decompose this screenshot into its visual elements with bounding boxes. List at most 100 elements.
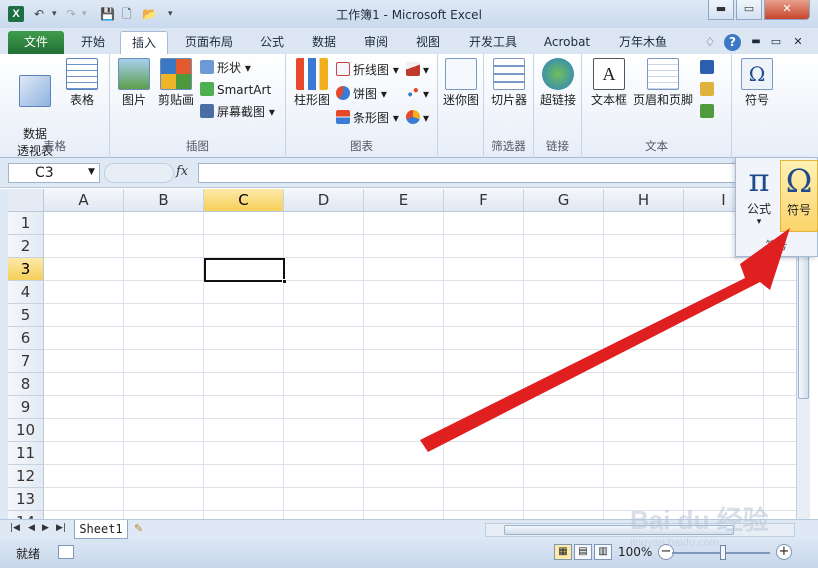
slicer-button[interactable]: 切片器 xyxy=(486,58,532,109)
title-bar: X ↶ ▾ ↷ ▾ 💾 🗋 📂 ▾ 工作簿1 - Microsoft Excel… xyxy=(0,0,818,28)
symbol-ribbon-button[interactable]: Ω 符号 xyxy=(736,58,778,109)
column-header-e[interactable]: E xyxy=(364,189,444,212)
close-button[interactable]: ✕ xyxy=(764,0,810,20)
grid-hline xyxy=(44,234,796,235)
equation-button[interactable]: π 公式 ▾ xyxy=(740,160,778,232)
row-header-14[interactable]: 14 xyxy=(8,511,44,519)
formula-divider-grip[interactable] xyxy=(104,163,174,183)
wordart-icon xyxy=(700,60,714,74)
smartart-button[interactable]: SmartArt xyxy=(200,82,271,100)
formula-input[interactable] xyxy=(198,163,738,183)
column-header-d[interactable]: D xyxy=(284,189,364,212)
minimize-button[interactable]: ▬ xyxy=(708,0,734,20)
page-break-view-button[interactable]: ▥ xyxy=(594,544,612,560)
tab-formulas[interactable]: 公式 xyxy=(250,31,294,54)
column-header-h[interactable]: H xyxy=(604,189,684,212)
last-sheet-icon[interactable]: ▶| xyxy=(56,523,66,533)
worksheet-grid[interactable]: ABCDEFGHI 1234567891011121314 xyxy=(0,189,796,519)
column-header-f[interactable]: F xyxy=(444,189,524,212)
signature-line-button[interactable] xyxy=(700,82,717,100)
sheet-tab-sheet1[interactable]: Sheet1 xyxy=(74,520,128,539)
scatter-chart-button[interactable]: ▾ xyxy=(406,86,429,104)
next-sheet-icon[interactable]: ▶ xyxy=(42,523,49,533)
prev-sheet-icon[interactable]: ◀ xyxy=(28,523,35,533)
picture-button[interactable]: 图片 xyxy=(116,58,152,109)
omega-icon: Ω xyxy=(741,58,773,90)
omega-icon: Ω xyxy=(785,162,813,200)
tab-home[interactable]: 开始 xyxy=(72,31,114,54)
column-chart-button[interactable]: 柱形图 xyxy=(290,58,334,109)
column-header-b[interactable]: B xyxy=(124,189,204,212)
grid-hline xyxy=(44,257,796,258)
group-filter: 切片器 筛选器 xyxy=(484,54,534,158)
name-box[interactable]: C3 xyxy=(8,163,100,183)
fill-handle[interactable] xyxy=(282,279,287,284)
page-layout-view-button[interactable]: ▤ xyxy=(574,544,592,560)
select-all-corner[interactable] xyxy=(8,189,44,212)
row-header-13[interactable]: 13 xyxy=(8,488,44,511)
grid-hline xyxy=(44,349,796,350)
symbol-button[interactable]: Ω 符号 xyxy=(780,160,818,232)
other-chart-button[interactable]: ▾ xyxy=(406,110,429,128)
column-header-a[interactable]: A xyxy=(44,189,124,212)
row-header-6[interactable]: 6 xyxy=(8,327,44,350)
area-chart-button[interactable]: ▾ xyxy=(406,62,429,80)
hyperlink-button[interactable]: 超链接 xyxy=(536,58,580,109)
row-header-4[interactable]: 4 xyxy=(8,281,44,304)
row-header-3[interactable]: 3 xyxy=(8,258,44,281)
doc-minimize-icon[interactable]: ▬ xyxy=(748,31,764,54)
grid-hline xyxy=(44,464,796,465)
clipart-button[interactable]: 剪贴画 xyxy=(154,58,198,109)
macro-record-icon[interactable] xyxy=(58,545,74,559)
bar-chart-button[interactable]: 条形图 ▾ xyxy=(336,110,399,128)
tab-data[interactable]: 数据 xyxy=(302,31,346,54)
pie-chart-button[interactable]: 饼图 ▾ xyxy=(336,86,387,104)
screenshot-button[interactable]: 屏幕截图 ▾ xyxy=(200,104,275,122)
watermark-url: jingyan.baidu.com xyxy=(630,537,719,549)
vertical-scroll-thumb[interactable] xyxy=(798,249,809,399)
row-header-2[interactable]: 2 xyxy=(8,235,44,258)
grid-vline xyxy=(763,212,764,519)
column-header-c[interactable]: C xyxy=(204,189,284,212)
object-button[interactable] xyxy=(700,104,717,122)
row-header-5[interactable]: 5 xyxy=(8,304,44,327)
insert-function-icon[interactable]: fx xyxy=(176,164,188,179)
insert-sheet-icon[interactable]: ✎ xyxy=(134,522,154,537)
column-header-g[interactable]: G xyxy=(524,189,604,212)
tab-file[interactable]: 文件 xyxy=(8,31,64,54)
normal-view-button[interactable]: ▦ xyxy=(554,544,572,560)
tab-developer[interactable]: 开发工具 xyxy=(460,31,526,54)
equation-dropdown-icon[interactable]: ▾ xyxy=(740,217,778,227)
minimize-ribbon-icon[interactable]: ♢ xyxy=(703,31,717,54)
tab-page-layout[interactable]: 页面布局 xyxy=(176,31,242,54)
active-cell-c3[interactable] xyxy=(204,258,285,282)
group-label-links: 链接 xyxy=(546,139,569,153)
line-chart-button[interactable]: 折线图 ▾ xyxy=(336,62,399,80)
tab-custom[interactable]: 万年木鱼 xyxy=(608,31,678,54)
tab-insert[interactable]: 插入 xyxy=(120,31,168,54)
restore-button[interactable]: ▭ xyxy=(736,0,762,20)
tab-acrobat[interactable]: Acrobat xyxy=(536,31,598,54)
row-header-12[interactable]: 12 xyxy=(8,465,44,488)
row-header-8[interactable]: 8 xyxy=(8,373,44,396)
row-header-11[interactable]: 11 xyxy=(8,442,44,465)
tab-view[interactable]: 视图 xyxy=(406,31,450,54)
scatter-chart-icon xyxy=(406,86,420,100)
tab-review[interactable]: 审阅 xyxy=(354,31,398,54)
wordart-button[interactable] xyxy=(700,60,717,78)
name-box-dropdown-icon[interactable]: ▼ xyxy=(88,167,95,177)
first-sheet-icon[interactable]: |◀ xyxy=(10,523,20,533)
doc-restore-icon[interactable]: ▭ xyxy=(768,31,784,54)
group-sparklines: 迷你图 xyxy=(438,54,484,158)
textbox-button[interactable]: A 文本框 xyxy=(586,58,632,109)
help-icon[interactable]: ? xyxy=(724,34,741,51)
row-header-9[interactable]: 9 xyxy=(8,396,44,419)
table-button[interactable]: 表格 xyxy=(62,58,102,109)
row-header-10[interactable]: 10 xyxy=(8,419,44,442)
doc-close-icon[interactable]: ✕ xyxy=(790,31,806,54)
row-header-7[interactable]: 7 xyxy=(8,350,44,373)
row-header-1[interactable]: 1 xyxy=(8,212,44,235)
sparkline-button[interactable]: 迷你图 xyxy=(440,58,482,109)
shapes-button[interactable]: 形状 ▾ xyxy=(200,60,251,78)
header-footer-button[interactable]: 页眉和页脚 xyxy=(632,58,694,109)
